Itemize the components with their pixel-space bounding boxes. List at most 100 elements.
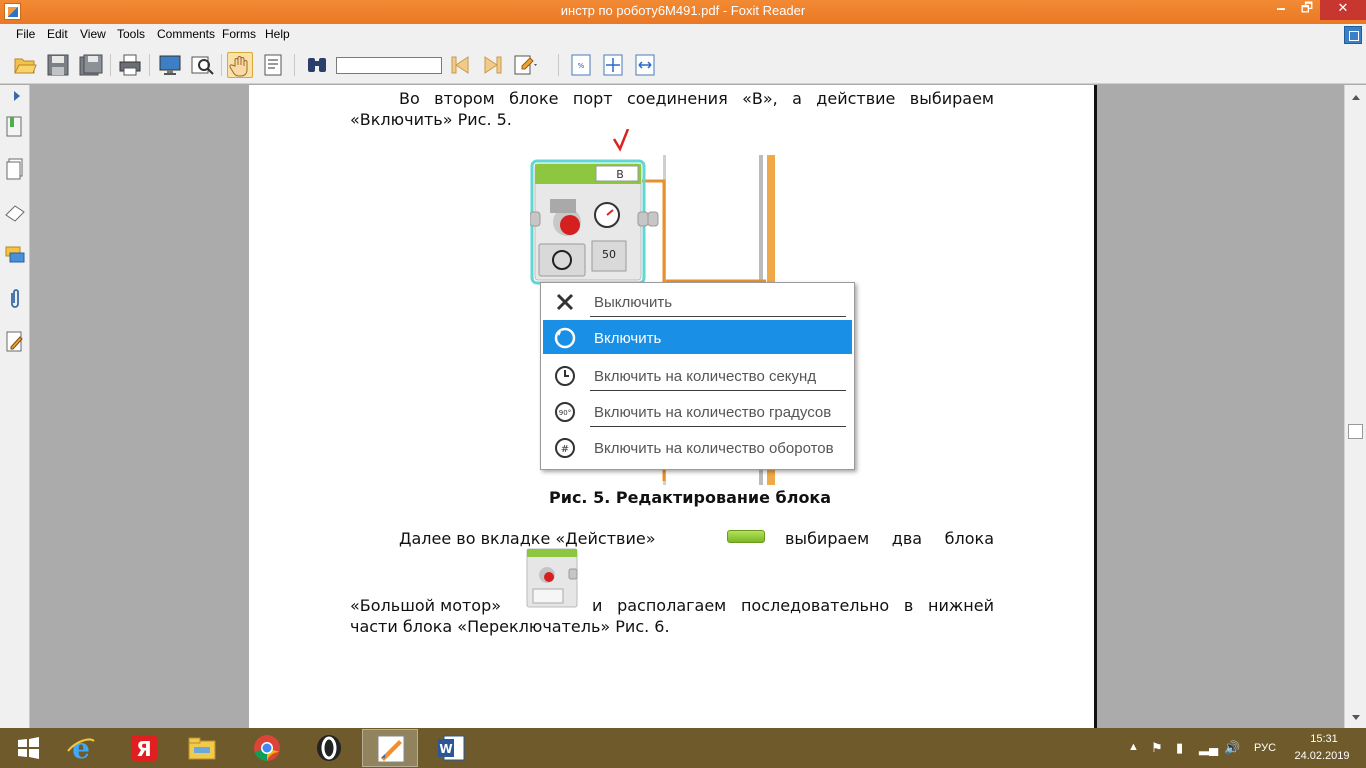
menu-forms[interactable]: Forms (222, 27, 256, 41)
fit-width-icon[interactable] (632, 52, 658, 78)
show-hidden-icons-icon[interactable]: ▲ (1128, 741, 1139, 768)
menu-item-on-rotations[interactable]: # Включить на количество оборотов (543, 430, 852, 464)
comments-icon[interactable] (4, 244, 26, 268)
window-title: инстр по роботу6М491.pdf - Foxit Reader (560, 3, 806, 18)
timer-icon (555, 366, 575, 386)
scroll-thumb[interactable] (1348, 424, 1363, 439)
maximize-button[interactable]: 🗗 (1294, 0, 1320, 20)
attachments-icon[interactable] (4, 287, 26, 311)
document-viewport: Во втором блоке порт соединения «В», а д… (31, 85, 1344, 728)
find-binoculars-icon[interactable] (304, 52, 330, 78)
save-icon[interactable] (45, 52, 71, 78)
fit-page-icon[interactable] (600, 52, 626, 78)
foxit-icon[interactable] (362, 729, 418, 767)
rotations-icon: # (555, 438, 575, 458)
markup-icon[interactable] (512, 52, 538, 78)
menu-item-on[interactable]: Включить (543, 320, 852, 354)
svg-text:e: e (72, 733, 90, 763)
toolbar-separator (149, 54, 150, 76)
minimize-button[interactable]: 🗕 (1268, 0, 1294, 20)
menu-item-on-degrees[interactable]: 90° Включить на количество градусов (543, 394, 852, 428)
toolbar: % (0, 46, 1366, 84)
language-indicator[interactable]: РУС (1254, 742, 1276, 768)
paragraph-line: части блока «Переключатель» Рис. 6. (350, 617, 670, 636)
battery-icon[interactable]: ▮ (1176, 740, 1183, 768)
power-value: 50 (602, 248, 616, 261)
clock-date[interactable]: 24.02.2019 (1290, 750, 1354, 768)
menu-divider (590, 390, 846, 391)
open-icon[interactable] (12, 52, 38, 78)
title-bar: инстр по роботу6М491.pdf - Foxit Reader … (0, 0, 1366, 24)
signature-icon[interactable] (4, 330, 26, 354)
degrees-icon: 90° (555, 402, 575, 422)
pages-icon[interactable] (4, 158, 26, 182)
menu-comments[interactable]: Comments (157, 27, 215, 41)
toolbar-separator (221, 54, 222, 76)
select-text-icon[interactable] (260, 52, 286, 78)
menu-help[interactable]: Help (265, 27, 290, 41)
svg-text:90°: 90° (559, 409, 571, 417)
find-input[interactable] (336, 57, 442, 74)
navigation-panel (0, 85, 30, 728)
menu-view[interactable]: View (80, 27, 106, 41)
ie-icon[interactable]: e (53, 729, 109, 767)
menu-tools[interactable]: Tools (117, 27, 145, 41)
toolbar-separator (294, 54, 295, 76)
vertical-scrollbar[interactable] (1344, 85, 1366, 728)
paragraph-line: «Большой мотор» (350, 596, 502, 615)
chrome-icon[interactable] (239, 729, 295, 767)
print-icon[interactable] (117, 52, 143, 78)
action-tab-icon (727, 530, 765, 543)
scroll-down-icon[interactable] (1352, 715, 1360, 720)
menu-divider (590, 426, 846, 427)
taskbar: e Я W ▲ ⚑ ▮ ▂▄ 🔊 РУС 15:31 24.02.2019 (0, 728, 1366, 768)
close-button[interactable]: ✕ (1320, 0, 1366, 20)
menu-edit[interactable]: Edit (47, 27, 68, 41)
figure-caption: Рис. 5. Редактирование блока (549, 488, 832, 507)
flag-icon[interactable]: ⚑ (1151, 740, 1163, 768)
menu-file[interactable]: File (16, 27, 35, 41)
yandex-icon[interactable]: Я (116, 729, 172, 767)
menu-item-label: Включить на количество секунд (594, 368, 817, 385)
figure-ev3-block: ‹ B 50 Выключить Включить Включить на ко… (530, 129, 860, 489)
menu-item-off[interactable]: Выключить (543, 284, 852, 318)
opera-icon[interactable] (301, 729, 357, 767)
volume-icon[interactable]: 🔊 (1224, 740, 1240, 768)
bookmarks-icon[interactable] (4, 115, 26, 139)
svg-text:Я: Я (136, 737, 151, 761)
zoom-glass-icon[interactable] (189, 52, 215, 78)
action-context-menu: Выключить Включить Включить на количеств… (540, 282, 855, 470)
check-mark-icon (612, 129, 630, 152)
x-icon (556, 293, 574, 311)
svg-text:W: W (439, 742, 452, 756)
monitor-icon[interactable] (157, 52, 183, 78)
menu-item-label: Включить на количество оборотов (594, 440, 834, 457)
paragraph-line: выбираем два блока (785, 529, 994, 548)
save-as-icon[interactable] (78, 52, 104, 78)
word-icon[interactable]: W (423, 729, 479, 767)
find-prev-icon[interactable] (448, 52, 474, 78)
rotate-icon (554, 327, 576, 349)
svg-text:#: # (561, 444, 569, 455)
paragraph-line: «Включить» Рис. 5. (350, 110, 512, 129)
large-motor-block-icon (525, 547, 579, 609)
restore-doc-icon[interactable] (1344, 26, 1362, 44)
explorer-icon[interactable] (174, 729, 230, 767)
find-next-icon[interactable] (479, 52, 505, 78)
paragraph-line: Далее во вкладке «Действие» (399, 529, 656, 548)
pdf-page: Во втором блоке порт соединения «В», а д… (249, 85, 1097, 728)
toolbar-separator (110, 54, 111, 76)
start-icon[interactable] (0, 729, 56, 767)
scroll-up-icon[interactable] (1352, 95, 1360, 100)
menu-item-on-seconds[interactable]: Включить на количество секунд (543, 358, 852, 392)
hand-tool-icon[interactable] (227, 52, 253, 78)
toolbar-separator (558, 54, 559, 76)
network-icon[interactable]: ▂▄ (1199, 740, 1218, 768)
paragraph-line: и располагаем последовательно в нижней (592, 596, 994, 615)
menu-item-label: Включить на количество градусов (594, 404, 832, 421)
actual-size-icon[interactable]: % (568, 52, 594, 78)
menu-item-label: Выключить (594, 294, 673, 311)
port-label: B (616, 168, 624, 181)
expand-panel-icon[interactable] (14, 91, 20, 101)
layers-icon[interactable] (4, 201, 26, 225)
